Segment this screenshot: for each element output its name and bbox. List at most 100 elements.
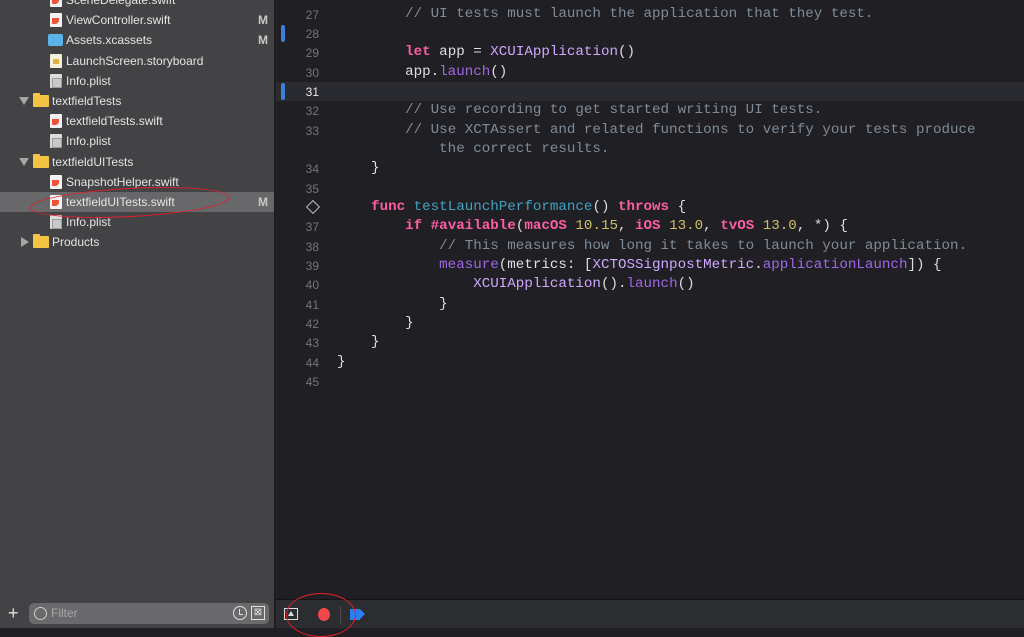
code-line[interactable]: the correct results. xyxy=(337,141,609,157)
source-control-filter-icon[interactable]: ⊠ xyxy=(251,606,265,620)
source-control-status-badge: M xyxy=(258,33,268,48)
navigator-item[interactable]: Assets.xcassets M xyxy=(0,30,274,50)
code-token: the correct results. xyxy=(439,140,610,157)
line-number: 40 xyxy=(305,278,319,293)
code-line[interactable]: // This measures how long it takes to la… xyxy=(337,238,967,254)
project-navigator: SceneDelegate.swift ViewController.swift M… xyxy=(0,0,275,600)
code-line[interactable]: } xyxy=(337,296,448,312)
line-number: 43 xyxy=(305,336,319,351)
navigator-item[interactable]: Info.plist xyxy=(0,71,274,91)
code-line[interactable]: } xyxy=(337,354,346,370)
navigator-item-label: Info.plist xyxy=(66,73,111,88)
code-line[interactable]: } xyxy=(337,334,380,350)
line-number: 45 xyxy=(305,375,319,390)
line-number: 39 xyxy=(305,259,319,274)
run-test-diamond-icon[interactable] xyxy=(305,199,321,215)
navigator-item[interactable]: Info.plist xyxy=(0,212,274,232)
code-token: } xyxy=(337,315,414,332)
code-line[interactable]: app.launch() xyxy=(337,64,507,80)
code-line[interactable]: // UI tests must launch the application … xyxy=(337,6,873,22)
code-token: } xyxy=(337,295,448,312)
code-token: } xyxy=(337,160,380,177)
navigator-item-label: textfieldUITests xyxy=(52,154,134,169)
line-number: 35 xyxy=(305,181,319,196)
code-line[interactable]: // Use XCTAssert and related functions t… xyxy=(337,121,976,138)
code-token: // Use recording to get started writing … xyxy=(405,102,823,119)
line-number: 30 xyxy=(305,65,319,80)
disclosure-open-icon[interactable] xyxy=(19,157,29,166)
code-token: (). xyxy=(600,276,627,293)
code-token: iOS xyxy=(635,218,661,235)
code-token: () xyxy=(618,44,636,61)
folder-icon xyxy=(33,93,49,107)
navigator-item-label: Info.plist xyxy=(66,215,111,230)
line-number: 33 xyxy=(305,123,319,138)
code-line[interactable]: XCUIApplication().launch() xyxy=(337,276,695,293)
navigator-item[interactable]: LaunchScreen.storyboard xyxy=(0,51,274,71)
navigator-item-label: SceneDelegate.swift xyxy=(66,0,176,7)
folder-icon xyxy=(33,153,49,168)
code-line[interactable]: // Use recording to get started writing … xyxy=(337,102,822,118)
code-token: // Use XCTAssert and related functions t… xyxy=(405,121,976,138)
add-file-button[interactable]: + xyxy=(8,603,19,623)
code-token: 13.0 xyxy=(669,218,704,235)
filter-field[interactable]: Filter ⊠ xyxy=(29,603,269,624)
navigator-item[interactable]: SnapshotHelper.swift xyxy=(0,172,274,192)
code-token: measure xyxy=(439,257,499,274)
swift-file-icon xyxy=(50,13,62,28)
code-token: XCTOSSignpostMetric xyxy=(592,257,755,274)
navigator-item[interactable]: textfieldTests.swift xyxy=(0,111,274,131)
code-token: . xyxy=(754,257,763,274)
disclosure-open-icon[interactable] xyxy=(19,97,29,105)
navigator-item[interactable]: Info.plist xyxy=(0,131,274,151)
swift-file-icon xyxy=(50,174,62,189)
navigator-item[interactable]: textfieldUITests xyxy=(0,152,274,172)
record-ui-test-button[interactable] xyxy=(318,608,330,621)
code-token: 13.0 xyxy=(762,218,797,235)
code-token: throws xyxy=(617,199,670,215)
navigator-item[interactable]: ViewController.swift M xyxy=(0,10,274,30)
navigator-item[interactable]: Products xyxy=(0,232,274,252)
code-line[interactable]: } xyxy=(337,315,414,331)
show-debug-area-icon[interactable] xyxy=(284,608,298,620)
code-token: // This measures how long it takes to la… xyxy=(439,237,968,254)
code-token: launch xyxy=(439,63,491,80)
code-token: func xyxy=(371,199,406,215)
code-line[interactable]: if #available(macOS 10.15, iOS 13.0, tvO… xyxy=(337,218,848,234)
code-token: launch xyxy=(626,276,678,293)
recent-files-icon[interactable] xyxy=(233,606,247,620)
code-token: tvOS xyxy=(720,218,755,235)
code-line[interactable]: } xyxy=(337,160,380,176)
navigator-item-label: textfieldTests.swift xyxy=(66,114,163,129)
code-editor[interactable]: 27 // UI tests must launch the applicati… xyxy=(276,0,1024,600)
navigator-item-label: Info.plist xyxy=(66,134,111,149)
code-line[interactable]: let app = XCUIApplication() xyxy=(337,44,635,60)
source-control-status-badge: M xyxy=(258,195,268,209)
navigator-item[interactable]: textfieldTests xyxy=(0,91,274,111)
line-number: 29 xyxy=(305,46,319,61)
navigator-item-label: Products xyxy=(52,235,100,250)
code-token: { xyxy=(669,199,687,215)
code-token: , xyxy=(703,218,721,235)
code-line[interactable]: measure(metrics: [XCTOSSignpostMetric.ap… xyxy=(337,257,941,274)
navigator-item[interactable]: SceneDelegate.swift xyxy=(0,0,274,10)
disclosure-closed-icon[interactable] xyxy=(21,237,29,248)
code-line[interactable]: func testLaunchPerformance() throws { xyxy=(337,199,686,215)
navigator-item[interactable]: textfieldUITests.swift M xyxy=(0,192,274,212)
navigator-item-label: SnapshotHelper.swift xyxy=(66,174,179,189)
code-token: () xyxy=(677,276,695,293)
code-token: let xyxy=(405,44,431,61)
swift-file-icon xyxy=(50,114,62,129)
line-number: 32 xyxy=(305,104,319,119)
plist-file-icon xyxy=(50,215,62,230)
breakpoints-toggle-icon[interactable] xyxy=(350,609,365,620)
swift-file-icon xyxy=(50,0,62,7)
line-number: 37 xyxy=(305,220,319,235)
